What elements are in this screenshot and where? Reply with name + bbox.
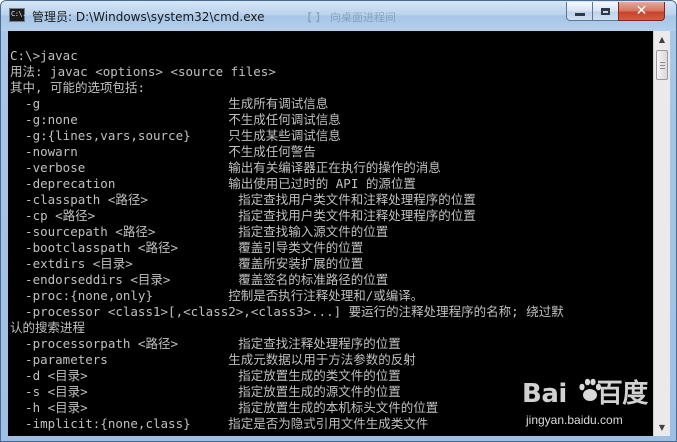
maximize-button[interactable] [592, 2, 619, 21]
scroll-thumb[interactable] [656, 50, 668, 80]
console-line: -extdirs <目录> 覆盖所安装扩展的位置 [10, 256, 364, 271]
console-line: -g:none 不生成任何调试信息 [10, 112, 341, 127]
watermark-subtitle: jingyan.baidu.com [526, 413, 623, 427]
console-line: -verbose 输出有关编译器正在执行的操作的消息 [10, 160, 441, 175]
console-line: -deprecation 输出使用已过时的 API 的源位置 [10, 176, 416, 191]
console-line: -d <目录> 指定放置生成的类文件的位置 [10, 368, 401, 383]
command-prompt-icon[interactable]: C:\. [9, 8, 26, 22]
title-bar[interactable]: C:\. 管理员: D:\Windows\system32\cmd.exe 【 … [1, 1, 676, 31]
maximize-icon [601, 7, 610, 15]
scroll-up-button[interactable]: ▲ [654, 31, 670, 48]
window-title: 管理员: D:\Windows\system32\cmd.exe [32, 10, 265, 24]
console-line: -g:{lines,vars,source} 只生成某些调试信息 [10, 128, 341, 143]
minimize-button[interactable] [566, 2, 593, 21]
console-line: -g 生成所有调试信息 [10, 96, 329, 111]
console-line: 其中, 可能的选项包括: [10, 80, 146, 95]
console-line: -bootclasspath <路径> 覆盖引导类文件的位置 [10, 240, 364, 255]
console-line: -processorpath <路径> 指定查找注释处理程序的位置 [10, 336, 401, 351]
close-button[interactable]: ✕ [618, 2, 665, 21]
cmd-window: C:\. 管理员: D:\Windows\system32\cmd.exe 【 … [0, 0, 677, 442]
minimize-icon [574, 13, 585, 16]
console-line: -s <目录> 指定放置生成的源文件的位置 [10, 384, 401, 399]
watermark-logo-right: 百度 [596, 379, 649, 409]
console-line: -processor <class1>[,<class2>,<class3>..… [10, 304, 564, 319]
console-line: 用法: javac <options> <source files> [10, 64, 276, 79]
baidu-watermark: Bai 百度 jingyan.baidu.com [516, 373, 676, 441]
console-line: -sourcepath <路径> 指定查找输入源文件的位置 [10, 224, 389, 239]
console-line: -implicit:{none,class} 指定是否为隐式引用文件生成类文件 [10, 416, 429, 431]
grip-line [660, 62, 665, 63]
console-line: -cp <路径> 指定查找用户类文件和注释处理程序的位置 [10, 208, 476, 223]
close-icon: ✕ [635, 3, 648, 19]
command-prompt-icon-text: C:\. [11, 10, 26, 18]
console-line: -nowarn 不生成任何警告 [10, 144, 316, 159]
ghost-title: 【 】 向桌面进程间 [301, 11, 396, 24]
grip-line [660, 65, 665, 66]
console-line: -classpath <路径> 指定查找用户类文件和注释处理程序的位置 [10, 192, 476, 207]
console-line: -h <目录> 指定放置生成的本机标头文件的位置 [10, 400, 439, 415]
console-line: C:\>javac [10, 48, 78, 63]
grip-line [660, 68, 665, 69]
scroll-up-arrow-icon: ▲ [658, 35, 666, 44]
console-line: -endorseddirs <目录> 覆盖签名的标准路径的位置 [10, 272, 389, 287]
console-line: -parameters 生成元数据以用于方法参数的反射 [10, 352, 416, 367]
console-line: -proc:{none,only} 控制是否执行注释处理和/或编译。 [10, 288, 424, 303]
watermark-logo-left: Bai [522, 379, 567, 409]
paw-icon [579, 378, 602, 401]
console-line: 认的搜索进程 [10, 320, 86, 335]
